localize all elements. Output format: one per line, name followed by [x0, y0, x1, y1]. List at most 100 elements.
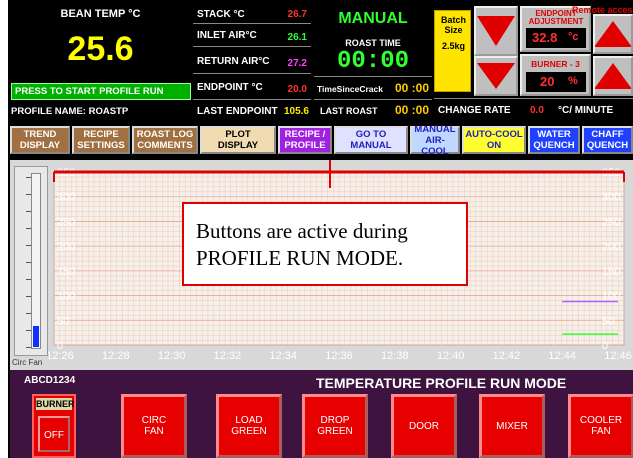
y-tick-label-left: 150 [57, 266, 75, 278]
arrow-down-icon [477, 63, 515, 89]
endpoint-increase-button[interactable] [593, 14, 633, 54]
nav-button-line-2: DISPLAY [217, 140, 259, 151]
drop-green-button[interactable]: DROP GREEN [302, 394, 368, 458]
trend-chart-area: Circ Fan 0 0 50 50 100 100 150 150 200 200 250 250 3… [10, 160, 633, 370]
gauge-fill [33, 326, 39, 347]
y-tick-label-right: 250 [602, 216, 620, 228]
nav-button-line-2: ON [486, 140, 502, 151]
inlet-air-label: INLET AIR°C [197, 30, 257, 41]
batch-size-value: 2.5kg [441, 41, 465, 51]
nav-button-line-1: GO TO [355, 129, 387, 140]
x-tick-label: 12:34 [269, 350, 297, 362]
mixer-button[interactable]: MIXER [479, 394, 545, 458]
nav-button-line-2: DISPLAY [19, 140, 61, 151]
last-endpoint-label: LAST ENDPOINT [197, 106, 278, 117]
stack-label: STACK °C [197, 9, 245, 20]
last-roast-value: 00 :00 [394, 103, 429, 117]
burner-label: BURNER - 3 [531, 59, 580, 69]
x-tick-label: 12:26 [48, 350, 74, 362]
roast-log-comments-button[interactable]: ROAST LOG COMMENTS [132, 126, 198, 154]
nav-button-line-2: MANUAL [350, 140, 392, 151]
water-quench-button[interactable]: WATER QUENCH [528, 126, 580, 154]
burner-panel: BURNER - 3 20 % [520, 54, 591, 96]
return-air-label: RETURN AIR°C [197, 56, 270, 67]
time-since-crack-value: 00 :00 [394, 81, 429, 95]
endpoint-adjustment-value: 32.8 [532, 30, 558, 45]
burner-increase-button[interactable] [593, 56, 633, 96]
y-tick-label-left: 50 [57, 315, 69, 327]
change-rate-label: CHANGE RATE [438, 105, 511, 116]
circ-fan-label: Circ Fan [12, 358, 43, 367]
endpoint-decrease-button[interactable] [474, 6, 518, 56]
x-tick-label: 12:40 [437, 350, 465, 362]
button-line-1: MIXER [496, 420, 528, 432]
chaff-quench-button[interactable]: CHAFF QUENCH [582, 126, 633, 154]
auto-cool-on-button[interactable]: AUTO-COOL ON [462, 126, 526, 154]
load-green-button[interactable]: LOAD GREEN [216, 394, 282, 458]
button-line-1: LOAD [235, 415, 263, 426]
nav-button-line-2: COMMENTS [137, 140, 193, 151]
nav-button-line-1: MANUAL [414, 123, 456, 135]
x-tick-label: 12:44 [548, 350, 576, 362]
nav-button-line-1: WATER [537, 129, 571, 140]
button-line-2: GREEN [231, 426, 267, 437]
trend-display-button[interactable]: TREND DISPLAY [10, 126, 70, 154]
recipe-profile-button[interactable]: RECIPE / PROFILE [278, 126, 332, 154]
last-endpoint-value: 105.6 [283, 106, 309, 117]
nav-button-line-2: AIR-COOL [421, 134, 449, 157]
nav-button-line-1: CHAFF [591, 129, 624, 140]
batch-size-panel[interactable]: Batch Size 2.5kg [434, 10, 471, 92]
start-profile-run-button[interactable]: PRESS TO START PROFILE RUN [11, 83, 191, 100]
x-tick-label: 12:46 [604, 350, 632, 362]
y-tick-label-right: 50 [602, 315, 614, 327]
batch-size-label: Batch Size [440, 15, 466, 35]
x-tick-label: 12:38 [381, 350, 409, 362]
x-tick-label: 12:42 [493, 350, 521, 362]
button-line-2: GREEN [317, 426, 353, 437]
bottom-panel: ABCD1234 TEMPERATURE PROFILE RUN MODE BU… [10, 370, 633, 458]
recipe-settings-button[interactable]: RECIPE SETTINGS [72, 126, 130, 154]
y-tick-label-left: 300 [57, 192, 75, 204]
readings-panel: STACK °C 26.7 INLET AIR°C 26.1 RETURN AI… [193, 4, 311, 122]
y-tick-label-right: 150 [602, 266, 620, 278]
y-tick-label-right: 300 [602, 192, 620, 204]
nav-button-line-1: RECIPE / [284, 129, 326, 140]
y-tick-label-left: 250 [57, 216, 75, 228]
return-air-value: 27.2 [287, 58, 307, 69]
nav-button-line-2: SETTINGS [77, 140, 125, 151]
roast-time-value: 00:00 [336, 48, 409, 75]
nav-button-line-2: QUENCH [533, 140, 575, 151]
change-rate-unit: °C/ MINUTE [558, 105, 614, 116]
callout-line-2: PROFILE RUN MODE. [196, 246, 404, 270]
bean-temp-panel: BEAN TEMP °C 25.6 [10, 4, 191, 82]
nav-button-line-1: PLOT [225, 129, 251, 140]
arrow-up-icon [595, 63, 631, 89]
nav-button-line-2: QUENCH [586, 140, 629, 151]
nav-button-line-1: AUTO-COOL [465, 129, 523, 140]
change-rate-row: CHANGE RATE 0.0 °C/ MINUTE [434, 98, 633, 120]
roast-time-label: ROAST TIME [345, 38, 401, 48]
plot-display-button[interactable]: PLOT DISPLAY [200, 126, 276, 154]
y-tick-label-right: 200 [602, 241, 620, 253]
x-tick-label: 12:36 [325, 350, 353, 362]
burner-unit: % [568, 75, 578, 87]
circ-fan-button[interactable]: CIRC FAN [121, 394, 187, 458]
last-roast-label: LAST ROAST [320, 106, 378, 116]
cooler-fan-button[interactable]: COOLER FAN [568, 394, 633, 458]
go-to-manual-button[interactable]: GO TO MANUAL [334, 126, 408, 154]
callout-box: Buttons are active during PROFILE RUN MO… [182, 202, 468, 286]
inlet-air-value: 26.1 [287, 32, 307, 43]
y-tick-label-left: 200 [57, 241, 75, 253]
nav-button-line-1: TREND [23, 129, 57, 140]
button-line-1: DROP [320, 415, 350, 426]
burner-decrease-button[interactable] [474, 56, 518, 96]
x-tick-label: 12:30 [158, 350, 186, 362]
nav-button-line-1: RECIPE [83, 129, 119, 140]
button-line-2: FAN [591, 426, 611, 437]
manual-air-cool-button[interactable]: MANUAL AIR-COOL [410, 123, 460, 157]
endpoint-value: 20.0 [287, 84, 307, 95]
bean-temp-label: BEAN TEMP °C [60, 8, 141, 20]
door-button[interactable]: DOOR [391, 394, 457, 458]
arrow-down-icon [477, 16, 515, 46]
profile-name: PROFILE NAME: ROASTP [11, 106, 129, 117]
